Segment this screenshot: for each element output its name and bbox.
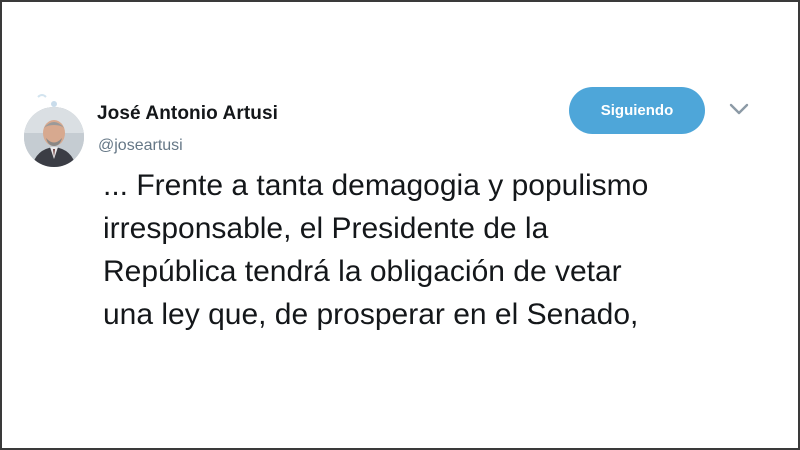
tweet-card: José Antonio Artusi @joseartusi Siguiend… bbox=[2, 2, 798, 448]
avatar-photo-icon bbox=[24, 107, 84, 167]
chevron-down-icon[interactable] bbox=[726, 99, 752, 119]
tweet-text-line: una ley que, de prosperar en el Senado, bbox=[103, 298, 639, 331]
tweet-text-line: República tendrá la obligación de vetar bbox=[103, 255, 622, 288]
author-display-name[interactable]: José Antonio Artusi bbox=[97, 103, 278, 125]
tweet-text-line: ... Frente a tanta demagogia y populismo bbox=[103, 169, 649, 202]
tweet-text-line: irresponsable, el Presidente de la bbox=[103, 212, 549, 245]
verified-badge-icon bbox=[37, 94, 57, 107]
tweet-body: ... Frente a tanta demagogia y populismo… bbox=[103, 164, 763, 336]
author-avatar[interactable] bbox=[24, 94, 84, 167]
author-handle[interactable]: @joseartusi bbox=[98, 137, 183, 155]
following-button[interactable]: Siguiendo bbox=[569, 87, 705, 134]
